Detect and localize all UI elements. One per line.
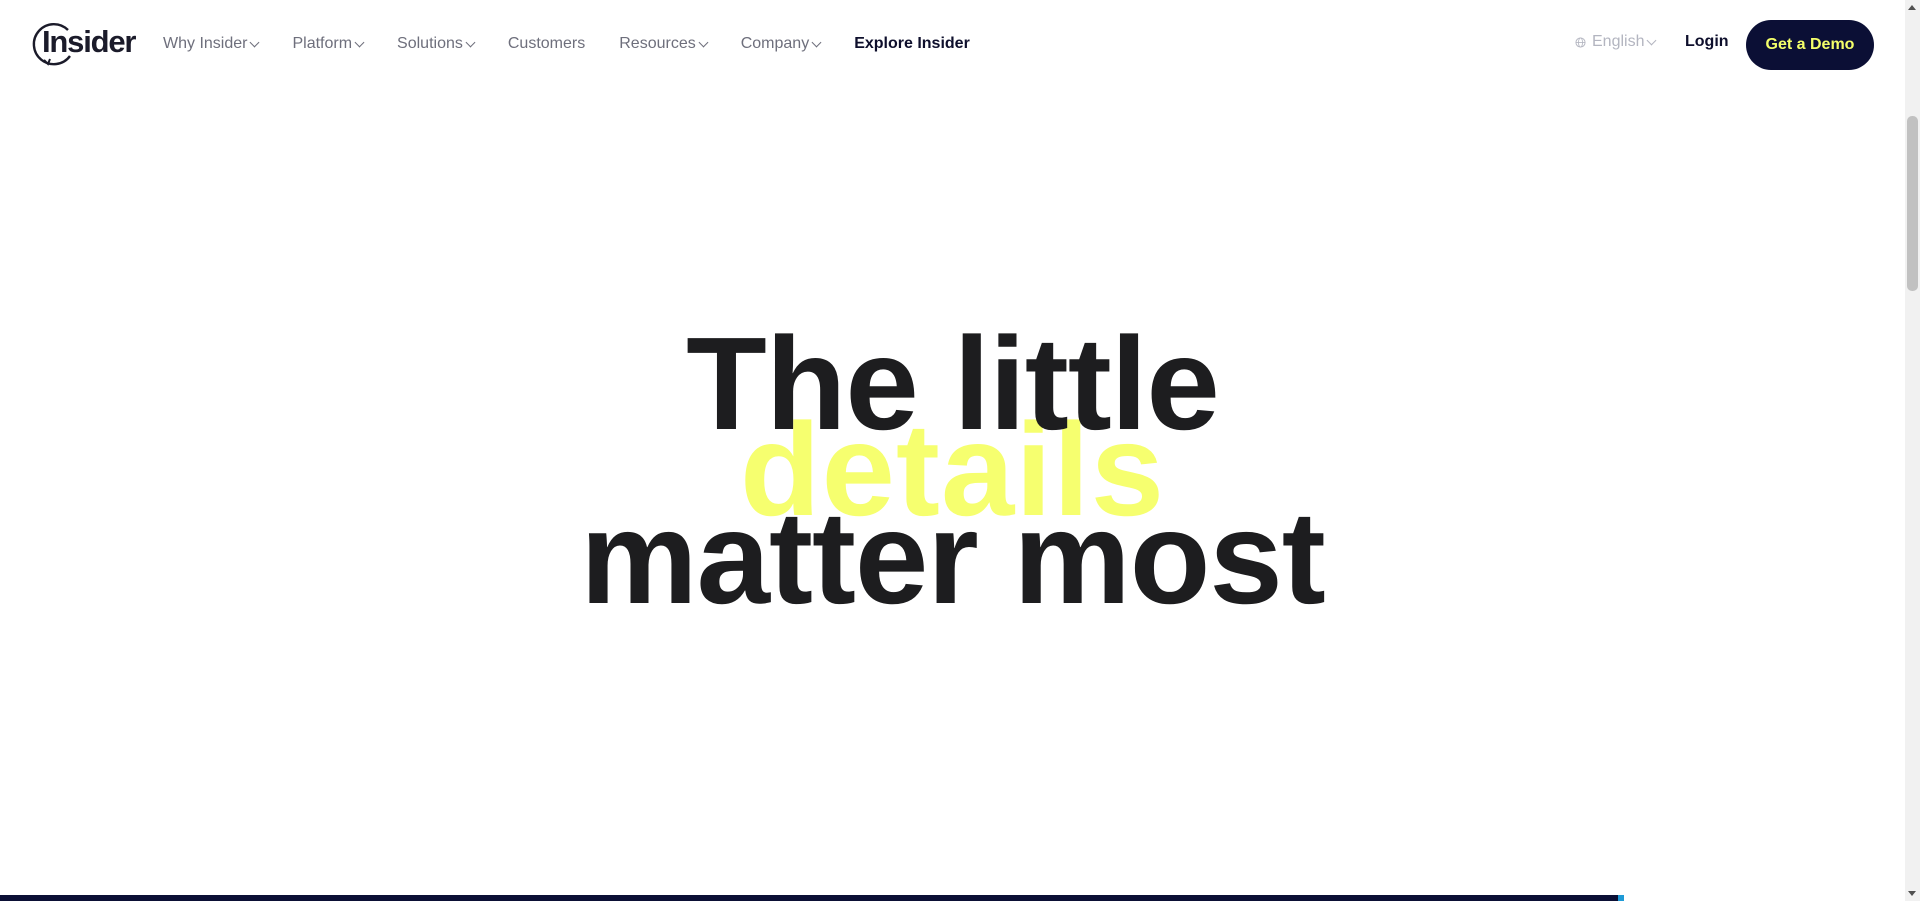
- insider-logo[interactable]: Insider: [30, 20, 136, 68]
- next-section-accent: [1618, 895, 1624, 901]
- nav-platform[interactable]: Platform: [292, 35, 365, 53]
- hero-section: details The little matter most: [0, 0, 1905, 901]
- chevron-down-icon: [1647, 35, 1657, 46]
- page-scrollbar[interactable]: [1905, 0, 1920, 901]
- nav-label: Resources: [619, 35, 696, 52]
- nav-company[interactable]: Company: [740, 35, 822, 53]
- page: details The little matter most Insider W…: [0, 0, 1920, 901]
- nav-label: Customers: [507, 35, 586, 52]
- scroll-up-icon[interactable]: [1908, 5, 1916, 10]
- site-header: Insider Why Insider Platform Solutions C…: [0, 0, 1905, 88]
- chevron-down-icon: [250, 37, 260, 48]
- chevron-down-icon: [465, 37, 476, 48]
- next-section-edge: [0, 895, 1618, 901]
- logo-text: Insider: [42, 24, 136, 59]
- nav-resources[interactable]: Resources: [619, 35, 709, 53]
- nav-label: Company: [740, 35, 810, 52]
- scrollbar-thumb[interactable]: [1907, 116, 1918, 291]
- nav-label: Platform: [292, 35, 353, 52]
- nav-label: Explore Insider: [854, 35, 970, 52]
- scroll-down-icon[interactable]: [1908, 891, 1916, 896]
- chevron-down-icon: [698, 37, 709, 48]
- nav-explore-insider[interactable]: Explore Insider: [854, 35, 970, 53]
- chevron-down-icon: [811, 37, 822, 48]
- get-a-demo-button[interactable]: Get a Demo: [1746, 20, 1874, 70]
- nav-label: Solutions: [397, 35, 463, 52]
- nav-why-insider[interactable]: Why Insider: [163, 35, 260, 53]
- globe-icon: [1575, 36, 1586, 48]
- nav-customers[interactable]: Customers: [508, 35, 585, 53]
- chevron-down-icon: [354, 37, 365, 48]
- main-nav: Why Insider Platform Solutions Customers…: [163, 0, 1004, 88]
- nav-label: Why Insider: [163, 35, 248, 52]
- language-selector[interactable]: English: [1575, 33, 1657, 51]
- hero-headline-line-2: matter most: [580, 484, 1326, 631]
- hero-headline-line-1: The little: [686, 310, 1220, 457]
- login-link[interactable]: Login: [1685, 33, 1729, 51]
- nav-solutions[interactable]: Solutions: [397, 35, 476, 53]
- language-label: English: [1592, 33, 1645, 50]
